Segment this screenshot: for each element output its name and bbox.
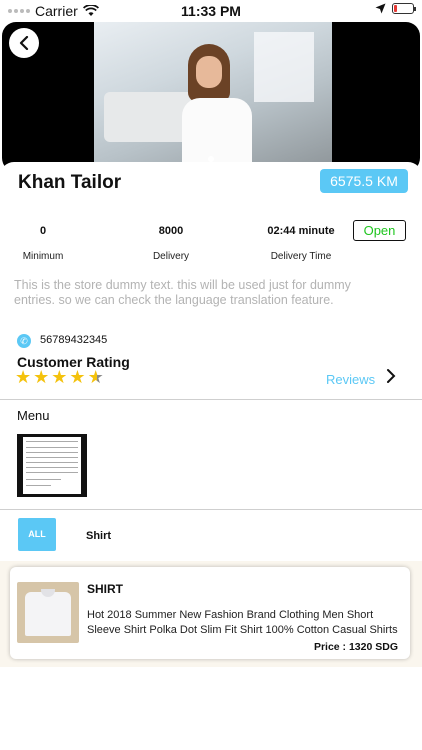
stat-value: 8000 (158, 225, 184, 237)
stat-label: Minimum (22, 251, 64, 262)
stat-delivery-time: 02:44 minute Delivery Time (254, 225, 348, 262)
star-icon: ★ (15, 367, 32, 387)
phone-number[interactable]: 56789432345 (40, 334, 107, 346)
stat-delivery: 8000 Delivery (141, 225, 201, 262)
product-price: Price : 1320 SDG (313, 641, 398, 653)
store-description: This is the store dummy text. this will … (14, 278, 351, 307)
rating-stars: ★ ★ ★ ★ ★ (15, 368, 104, 386)
reviews-link[interactable]: Reviews (326, 372, 375, 387)
stat-label: Delivery Time (270, 251, 332, 262)
category-tab-shirt[interactable]: Shirt (86, 530, 111, 542)
divider (0, 509, 422, 510)
clock: 11:33 PM (181, 3, 241, 19)
status-bar: Carrier 11:33 PM (0, 0, 422, 22)
stat-minimum: 0 Minimum (20, 225, 66, 262)
back-button[interactable] (9, 28, 39, 58)
star-icon: ★ (69, 367, 86, 387)
menu-image[interactable] (17, 434, 87, 497)
battery-icon (392, 3, 416, 14)
category-tab-all[interactable]: ALL (18, 518, 56, 551)
chevron-right-icon[interactable] (386, 368, 396, 389)
product-card[interactable]: SHIRT Hot 2018 Summer New Fashion Brand … (10, 567, 410, 659)
star-icon: ★ (33, 367, 50, 387)
phone-icon[interactable]: ✆ (17, 334, 31, 348)
location-arrow-icon (375, 3, 386, 14)
product-description: Hot 2018 Summer New Fashion Brand Clothi… (87, 609, 398, 636)
chevron-left-icon (19, 36, 29, 50)
distance-badge: 6575.5 KM (320, 169, 408, 193)
half-star-icon: ★ (87, 367, 104, 387)
star-icon: ★ (51, 367, 68, 387)
open-status-badge: Open (353, 220, 406, 241)
stat-value: 0 (39, 225, 47, 237)
store-cover-image (2, 22, 420, 172)
product-image (17, 582, 79, 643)
stat-value: 02:44 minute (267, 225, 335, 237)
divider (0, 399, 422, 400)
store-name: Khan Tailor (18, 172, 122, 193)
product-name: SHIRT (87, 582, 123, 596)
status-icons (375, 3, 416, 14)
stat-label: Delivery (152, 251, 190, 262)
menu-title: Menu (17, 408, 50, 423)
tailor-photo (94, 22, 332, 172)
